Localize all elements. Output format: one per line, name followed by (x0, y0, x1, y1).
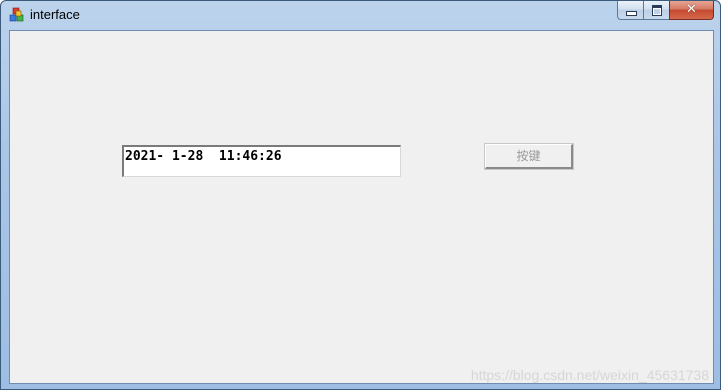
close-button[interactable]: ✕ (669, 1, 714, 20)
minimize-icon (626, 11, 637, 16)
datetime-field[interactable]: 2021- 1-28 11:46:26 (122, 145, 401, 177)
application-window: interface ✕ 2021- 1-28 11:46:26 按键 https… (0, 0, 721, 390)
minimize-button[interactable] (617, 1, 643, 20)
key-button[interactable]: 按键 (484, 143, 574, 170)
maximize-button[interactable] (643, 1, 669, 20)
client-area: 2021- 1-28 11:46:26 按键 https://blog.csdn… (9, 30, 714, 384)
window-title: interface (30, 7, 80, 22)
app-cubes-icon (9, 7, 25, 23)
watermark-text: https://blog.csdn.net/weixin_45631738 (470, 367, 709, 383)
close-icon: ✕ (686, 2, 697, 17)
title-bar[interactable]: interface ✕ (1, 1, 720, 30)
maximize-icon (652, 5, 662, 16)
caption-buttons: ✕ (617, 1, 714, 21)
